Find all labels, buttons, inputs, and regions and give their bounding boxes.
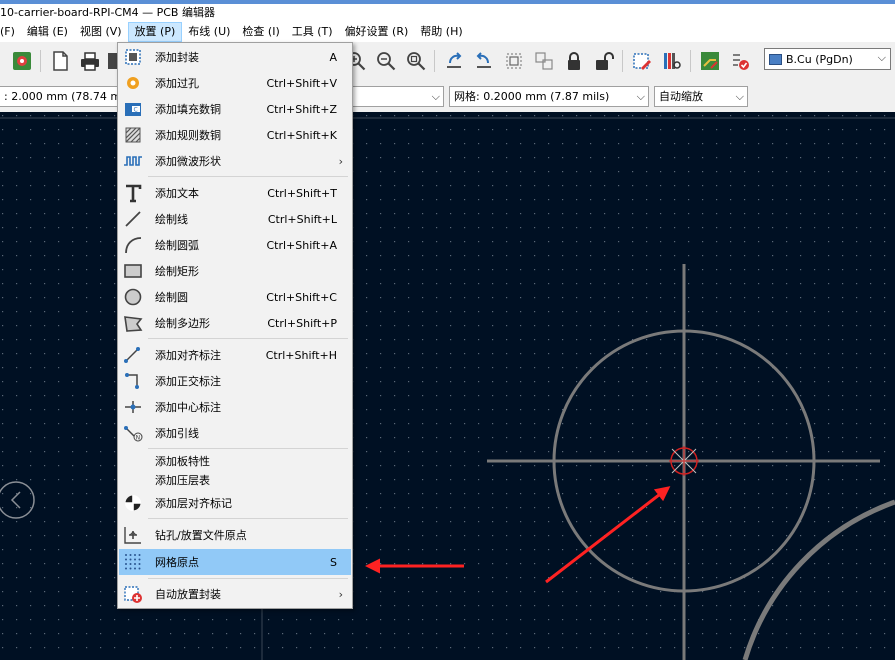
toolbar-separator (690, 50, 691, 72)
layer-select-value: B.Cu (PgDn) (786, 52, 853, 66)
route-tracks-icon[interactable] (698, 49, 722, 73)
menu-tools[interactable]: 工具 (T) (286, 22, 339, 42)
menu-item-add-aligned-dimension[interactable]: 添加对齐标注 Ctrl+Shift+H (119, 342, 351, 368)
toolbar-separator (40, 50, 41, 72)
rectangle-icon (123, 261, 143, 281)
zoom-fit-icon[interactable] (404, 49, 428, 73)
menu-item-add-microwave-shape[interactable]: 添加微波形状 › (119, 148, 351, 174)
grid-value: 网格: 0.2000 mm (7.87 mils) (454, 90, 610, 103)
menu-separator (148, 176, 348, 177)
submenu-arrow-icon: › (338, 154, 343, 168)
rotate-ccw-icon[interactable] (442, 49, 466, 73)
menu-item-drill-file-origin[interactable]: 钻孔/放置文件原点 (119, 522, 351, 548)
menu-separator (148, 518, 348, 519)
group-icon[interactable] (502, 49, 526, 73)
menu-item-add-orthogonal-dimension[interactable]: 添加正交标注 (119, 368, 351, 394)
layer-alignment-target-icon (123, 493, 143, 513)
via-icon (123, 73, 143, 93)
menu-item-add-layer-alignment-target[interactable]: 添加层对齐标记 (119, 490, 351, 516)
center-dimension-icon (123, 397, 143, 417)
layer-select[interactable]: B.Cu (PgDn) ⌵ (764, 48, 891, 70)
rotate-cw-icon[interactable] (472, 49, 496, 73)
place-menu: 添加封装 A 添加过孔 Ctrl+Shift+V C 添加填充数铜 Ctrl+S… (117, 42, 353, 609)
footprint-icon (123, 47, 143, 67)
menu-bar: (F) 编辑 (E) 视图 (V) 放置 (P) 布线 (U) 检查 (I) 工… (0, 22, 895, 42)
menu-item-draw-polygon[interactable]: 绘制多边形 Ctrl+Shift+P (119, 310, 351, 336)
menu-item-draw-arc[interactable]: 绘制圆弧 Ctrl+Shift+A (119, 232, 351, 258)
text-icon (123, 183, 143, 203)
polygon-icon (123, 313, 143, 333)
autoplace-icon (123, 584, 143, 604)
chevron-down-icon: ⌵ (735, 90, 744, 103)
menu-edit[interactable]: 编辑 (E) (21, 22, 74, 42)
footprint-editor-icon[interactable] (630, 49, 654, 73)
menu-item-add-text[interactable]: 添加文本 Ctrl+Shift+T (119, 180, 351, 206)
grid-origin-icon (123, 552, 143, 572)
track-width-value: : 2.000 mm (78.74 mils) (4, 90, 124, 103)
board-setup-icon[interactable] (10, 49, 34, 73)
ungroup-icon[interactable] (532, 49, 556, 73)
zoom-out-icon[interactable] (374, 49, 398, 73)
arc-icon (123, 235, 143, 255)
menu-item-add-center-dimension[interactable]: 添加中心标注 (119, 394, 351, 420)
svg-text:N: N (136, 435, 141, 442)
line-icon (123, 209, 143, 229)
orthogonal-dimension-icon (123, 371, 143, 391)
chevron-down-icon: ⌵ (431, 90, 440, 103)
menu-inspect[interactable]: 检查 (I) (236, 22, 285, 42)
menu-preferences[interactable]: 偏好设置 (R) (339, 22, 415, 42)
menu-item-add-stackup-table[interactable]: 添加压层表 (119, 469, 351, 491)
menu-place[interactable]: 放置 (P) (127, 22, 183, 42)
layer-color-swatch (769, 53, 782, 65)
aligned-dimension-icon (123, 345, 143, 365)
chevron-down-icon: ⌵ (877, 51, 886, 64)
leader-icon: N (123, 423, 143, 443)
lock-icon[interactable] (562, 49, 586, 73)
drill-origin-icon (123, 525, 143, 545)
zoom-value: 自动缩放 (659, 90, 703, 103)
menu-item-add-footprint[interactable]: 添加封装 A (119, 44, 351, 70)
toolbar-separator (434, 50, 435, 72)
window-title: 10-carrier-board-RPI-CM4 — PCB 编辑器 (0, 4, 895, 22)
page-settings-icon[interactable] (48, 49, 72, 73)
grid-origin-cursor (669, 446, 699, 476)
svg-text:C: C (134, 107, 138, 114)
menu-help[interactable]: 帮助 (H) (414, 22, 468, 42)
track-width-select[interactable]: : 2.000 mm (78.74 mils) (0, 86, 124, 107)
unlock-icon[interactable] (592, 49, 616, 73)
menu-view[interactable]: 视图 (V) (74, 22, 128, 42)
menu-item-grid-origin[interactable]: 网格原点 S (119, 549, 351, 575)
zoom-select[interactable]: 自动缩放 ⌵ (654, 86, 748, 107)
microwave-icon (123, 151, 143, 171)
submenu-arrow-icon: › (338, 587, 343, 601)
menu-item-autoplace-footprints[interactable]: 自动放置封装 › (119, 581, 351, 607)
menu-route[interactable]: 布线 (U) (182, 22, 236, 42)
drc-icon[interactable] (728, 49, 752, 73)
chevron-down-icon: ⌵ (636, 90, 645, 103)
menu-item-add-leader[interactable]: N 添加引线 (119, 420, 351, 446)
menu-item-add-via[interactable]: 添加过孔 Ctrl+Shift+V (119, 70, 351, 96)
menu-file[interactable]: (F) (0, 22, 21, 42)
footprint-library-icon[interactable] (660, 49, 684, 73)
grid-select[interactable]: 网格: 0.2000 mm (7.87 mils) ⌵ (449, 86, 649, 107)
via-size-select[interactable]: ⌵ (352, 86, 444, 107)
print-icon[interactable] (78, 49, 102, 73)
menu-separator (148, 448, 348, 449)
rule-area-icon (123, 125, 143, 145)
menu-item-add-rule-area[interactable]: 添加规则数铜 Ctrl+Shift+K (119, 122, 351, 148)
toolbar-separator (622, 50, 623, 72)
menu-separator (148, 338, 348, 339)
zone-icon: C (123, 99, 143, 119)
menu-item-draw-line[interactable]: 绘制线 Ctrl+Shift+L (119, 206, 351, 232)
menu-item-add-zone[interactable]: C 添加填充数铜 Ctrl+Shift+Z (119, 96, 351, 122)
menu-item-draw-rectangle[interactable]: 绘制矩形 (119, 258, 351, 284)
circle-icon (123, 287, 143, 307)
menu-item-draw-circle[interactable]: 绘制圆 Ctrl+Shift+C (119, 284, 351, 310)
menu-separator (148, 578, 348, 579)
